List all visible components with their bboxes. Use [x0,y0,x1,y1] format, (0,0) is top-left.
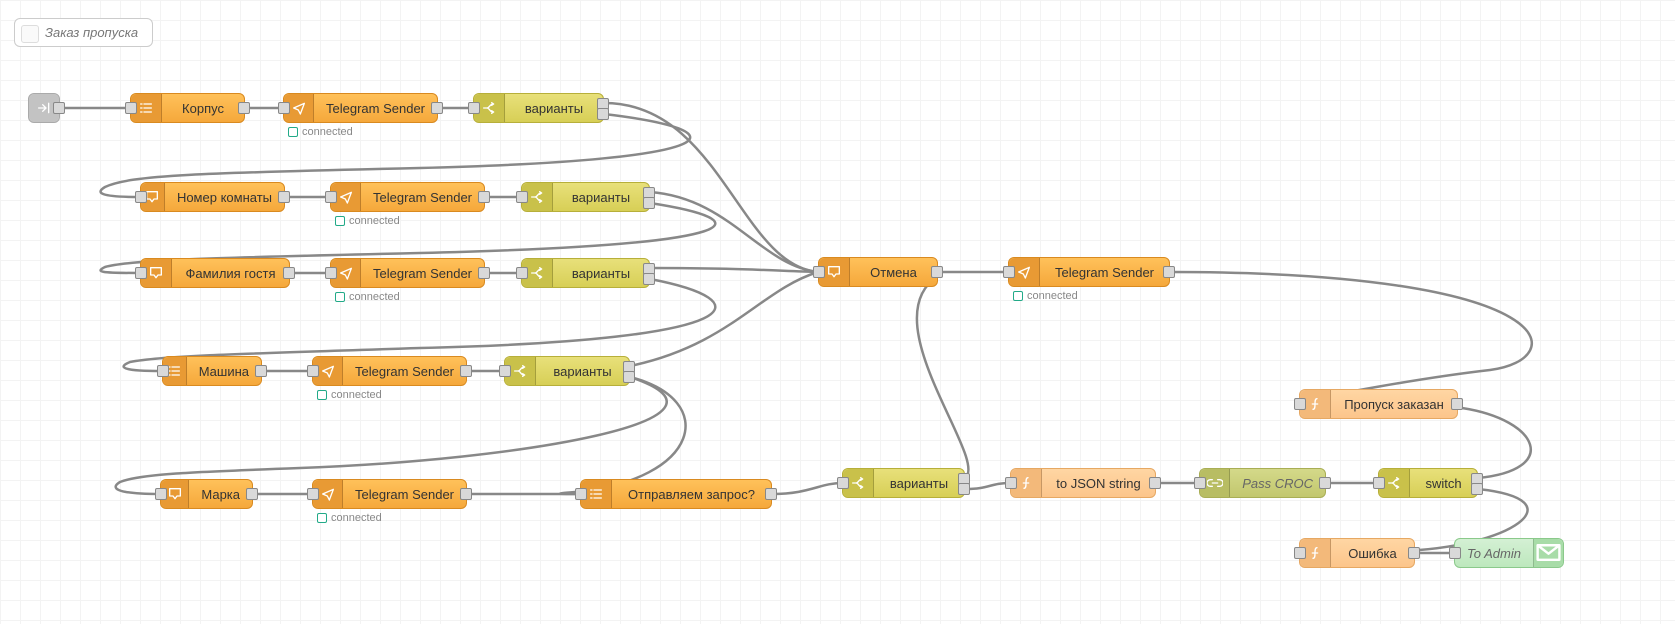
status-connected: connected [317,512,382,524]
status-connected: connected [288,126,353,138]
node-label: Ошибка [1331,546,1414,561]
node-variants-3[interactable]: варианты [521,258,650,288]
node-label: Пропуск заказан [1331,397,1457,412]
flow-canvas[interactable]: Заказ пропуска Корпус Telegram Sender co… [0,0,1675,624]
node-variants-5[interactable]: варианты [842,468,965,498]
node-label: варианты [874,476,964,491]
node-telegram-sender-5[interactable]: Telegram Sender connected [312,479,467,509]
node-label: Telegram Sender [361,266,484,281]
node-label: варианты [505,101,603,116]
status-connected: connected [317,389,382,401]
node-label: Машина [187,364,261,379]
node-telegram-sender-6[interactable]: Telegram Sender connected [1008,257,1170,287]
node-label: Отмена [850,265,937,280]
status-connected: connected [335,215,400,227]
node-variants-2[interactable]: варианты [521,182,650,212]
node-label: Отправляем запрос? [612,487,771,502]
node-telegram-sender-1[interactable]: Telegram Sender connected [283,93,438,123]
node-label: Марка [189,487,252,502]
subflow-title-text: Заказ пропуска [45,25,138,40]
node-label: switch [1410,476,1477,491]
node-label: варианты [536,364,629,379]
node-telegram-sender-3[interactable]: Telegram Sender connected [330,258,485,288]
node-telegram-sender-2[interactable]: Telegram Sender connected [330,182,485,212]
node-korpus[interactable]: Корпус [130,93,245,123]
node-label: Pass CROC [1230,476,1325,491]
node-oshibka[interactable]: Ошибка [1299,538,1415,568]
node-propusk-zakazan[interactable]: Пропуск заказан [1299,389,1458,419]
inject-start-node[interactable] [28,93,60,123]
node-switch[interactable]: switch [1378,468,1478,498]
status-connected: connected [1013,290,1078,302]
node-label: Корпус [162,101,244,116]
wires-layer [0,0,1675,624]
node-label: Фамилия гостя [172,266,289,281]
node-label: Telegram Sender [343,487,466,502]
subflow-title[interactable]: Заказ пропуска [14,18,153,47]
envelope-icon [1533,539,1563,567]
node-label: Telegram Sender [1040,265,1169,280]
node-label: Telegram Sender [343,364,466,379]
node-telegram-sender-4[interactable]: Telegram Sender connected [312,356,467,386]
node-label: To Admin [1455,546,1533,561]
node-label: to JSON string [1042,476,1155,491]
node-label: Telegram Sender [314,101,437,116]
node-pass-croc[interactable]: Pass CROC [1199,468,1326,498]
node-marka[interactable]: Марка [160,479,253,509]
node-to-admin[interactable]: To Admin [1454,538,1564,568]
node-label: Номер комнаты [165,190,284,205]
node-nomer-komnaty[interactable]: Номер комнаты [140,182,285,212]
node-variants-4[interactable]: варианты [504,356,630,386]
status-connected: connected [335,291,400,303]
node-otmena[interactable]: Отмена [818,257,938,287]
node-to-json-string[interactable]: to JSON string [1010,468,1156,498]
node-label: варианты [553,266,649,281]
node-label: варианты [553,190,649,205]
node-label: Telegram Sender [361,190,484,205]
node-otpravlyaem-zapros[interactable]: Отправляем запрос? [580,479,772,509]
node-familiya-gostya[interactable]: Фамилия гостя [140,258,290,288]
node-variants-1[interactable]: варианты [473,93,604,123]
node-mashina[interactable]: Машина [162,356,262,386]
